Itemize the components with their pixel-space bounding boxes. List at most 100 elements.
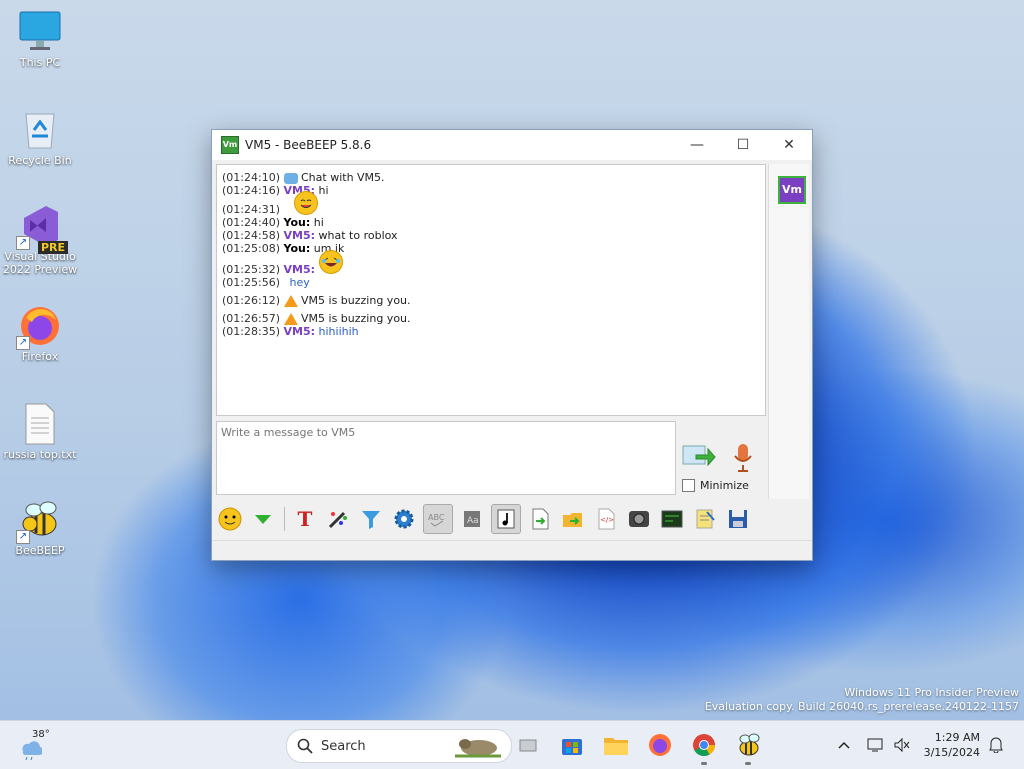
temperature: 38°	[32, 729, 50, 740]
visual-studio-icon: PRE ↗	[16, 204, 68, 254]
message-input-container	[216, 421, 676, 495]
sender-name: You:	[283, 242, 311, 255]
close-button[interactable]: ✕	[766, 130, 812, 160]
minimize-label: Minimize	[700, 479, 749, 492]
title-bar[interactable]: Vm VM5 - BeeBEEP 5.8.6 — ☐ ✕	[212, 130, 812, 160]
desktop-icon-visual-studio[interactable]: PRE ↗ Visual Studio 2022 Preview	[0, 204, 80, 276]
notes-icon[interactable]	[691, 505, 719, 533]
maximize-button[interactable]: ☐	[720, 130, 766, 160]
system-clock[interactable]: 1:29 AM 3/15/2024	[920, 730, 980, 760]
search-label: Search	[321, 738, 366, 754]
screenshot-icon[interactable]	[625, 505, 653, 533]
shortcut-arrow-icon: ↗	[16, 236, 30, 250]
filter-icon[interactable]	[357, 505, 385, 533]
desktop-icon-label: This PC	[19, 56, 61, 69]
message-text: hihiihih	[318, 325, 359, 338]
timestamp: (01:25:08)	[222, 242, 280, 255]
html-icon[interactable]: </>	[592, 505, 620, 533]
chrome-icon[interactable]	[688, 729, 720, 765]
chat-message: (01:26:12) VM5 is buzzing you.	[222, 294, 765, 307]
clock-time: 1:29 AM	[934, 731, 980, 744]
timestamp: (01:26:57)	[222, 312, 280, 325]
network-icon[interactable]	[864, 729, 888, 761]
send-message-button[interactable]	[682, 443, 716, 471]
smiley-icon[interactable]	[216, 505, 244, 533]
chat-bubble-icon	[283, 172, 298, 184]
notification-bell-icon[interactable]	[986, 729, 1006, 761]
taskbar-search[interactable]: Search	[286, 729, 512, 763]
settings-gear-icon[interactable]	[390, 505, 418, 533]
search-highlight-icon	[455, 739, 501, 758]
timestamp: (01:24:10)	[222, 171, 280, 184]
task-view-icon[interactable]	[512, 729, 544, 761]
desktop-icon-label: BeeBEEP	[15, 544, 65, 557]
chat-message: (01:25:56) hey	[222, 276, 765, 289]
save-icon[interactable]	[724, 505, 752, 533]
recycle-bin-icon	[18, 108, 62, 152]
desktop-icon-firefox[interactable]: ↗ Firefox	[0, 304, 80, 363]
svg-text:</>: </>	[600, 516, 614, 524]
chevron-up-icon[interactable]	[834, 729, 854, 761]
desktop-icon-russia-top-txt[interactable]: russia top.txt	[0, 402, 80, 461]
microsoft-store-icon[interactable]	[556, 729, 588, 761]
minimize-checkbox[interactable]: Minimize	[682, 479, 749, 492]
word-complete-icon[interactable]: Aa	[458, 505, 486, 533]
send-file-icon[interactable]	[526, 505, 554, 533]
message-text: hi	[313, 216, 324, 229]
timestamp: (01:24:16)	[222, 184, 280, 197]
status-bar	[212, 540, 812, 561]
running-indicator	[701, 762, 707, 765]
sender-name: VM5:	[283, 325, 316, 338]
toolbar-separator	[284, 507, 285, 531]
timestamp: (01:26:12)	[222, 294, 280, 307]
firefox-icon: ↗	[16, 304, 62, 350]
spellcheck-icon[interactable]: ABC	[423, 504, 453, 534]
desktop-icon-recycle-bin[interactable]: Recycle Bin	[0, 108, 80, 167]
font-icon[interactable]: T	[291, 505, 319, 533]
terminal-icon[interactable]	[658, 505, 686, 533]
desktop-icon-this-pc[interactable]: This PC	[0, 10, 80, 69]
bell-icon	[283, 295, 298, 307]
chat-message: (01:25:08) You: um ik	[222, 242, 765, 255]
firefox-taskbar-icon[interactable]	[644, 729, 676, 761]
chat-message: (01:28:35) VM5: hihiihih	[222, 325, 765, 338]
file-explorer-icon[interactable]	[600, 729, 632, 761]
user-list-panel: Vm	[768, 164, 809, 499]
beebeep-taskbar-icon[interactable]	[732, 729, 764, 765]
clock-date: 3/15/2024	[923, 746, 980, 759]
desktop-icon-beebeep[interactable]: ↗ BeeBEEP	[0, 498, 80, 557]
sender-name: You:	[283, 216, 311, 229]
message-text: hey	[289, 276, 310, 289]
message-text: Chat with VM5.	[301, 171, 385, 184]
window-title: VM5 - BeeBEEP 5.8.6	[245, 138, 372, 152]
pre-badge: PRE	[37, 241, 68, 254]
user-avatar[interactable]: Vm	[778, 176, 806, 204]
volume-muted-icon[interactable]	[890, 729, 914, 761]
green-arrow-icon[interactable]	[249, 505, 277, 533]
running-indicator	[745, 762, 751, 765]
app-logo-icon: Vm	[221, 136, 239, 154]
text-file-icon	[18, 402, 62, 446]
folder-arrow-icon[interactable]	[559, 505, 587, 533]
checkbox-box[interactable]	[682, 479, 695, 492]
taskbar: 38° Search 1:29 AM 3/15/2024	[0, 720, 1024, 769]
watermark-line-2: Evaluation copy. Build 26040.rs_prerelea…	[704, 700, 1019, 713]
microphone-button[interactable]	[732, 443, 754, 473]
message-text: VM5 is buzzing you.	[301, 294, 411, 307]
shortcut-arrow-icon: ↗	[16, 336, 30, 350]
desktop-icon-label: russia top.txt	[3, 448, 77, 461]
minimize-button[interactable]: —	[674, 130, 720, 160]
message-text: what to roblox	[318, 229, 398, 242]
message-text: hi	[318, 184, 329, 197]
message-input[interactable]	[217, 422, 675, 494]
weather-widget[interactable]: 38°	[18, 729, 58, 761]
message-text: VM5 is buzzing you.	[301, 312, 411, 325]
color-icon[interactable]	[324, 505, 352, 533]
chat-history[interactable]: (01:24:10) Chat with VM5. (01:24:16) VM5…	[216, 164, 766, 416]
chat-message: (01:24:10) Chat with VM5.	[222, 171, 765, 184]
music-note-icon[interactable]	[491, 504, 521, 534]
timestamp: (01:28:35)	[222, 325, 280, 338]
timestamp: (01:25:56)	[222, 276, 280, 289]
chat-message: (01:25:32) VM5:	[222, 250, 765, 276]
svg-text:Aa: Aa	[467, 516, 479, 526]
